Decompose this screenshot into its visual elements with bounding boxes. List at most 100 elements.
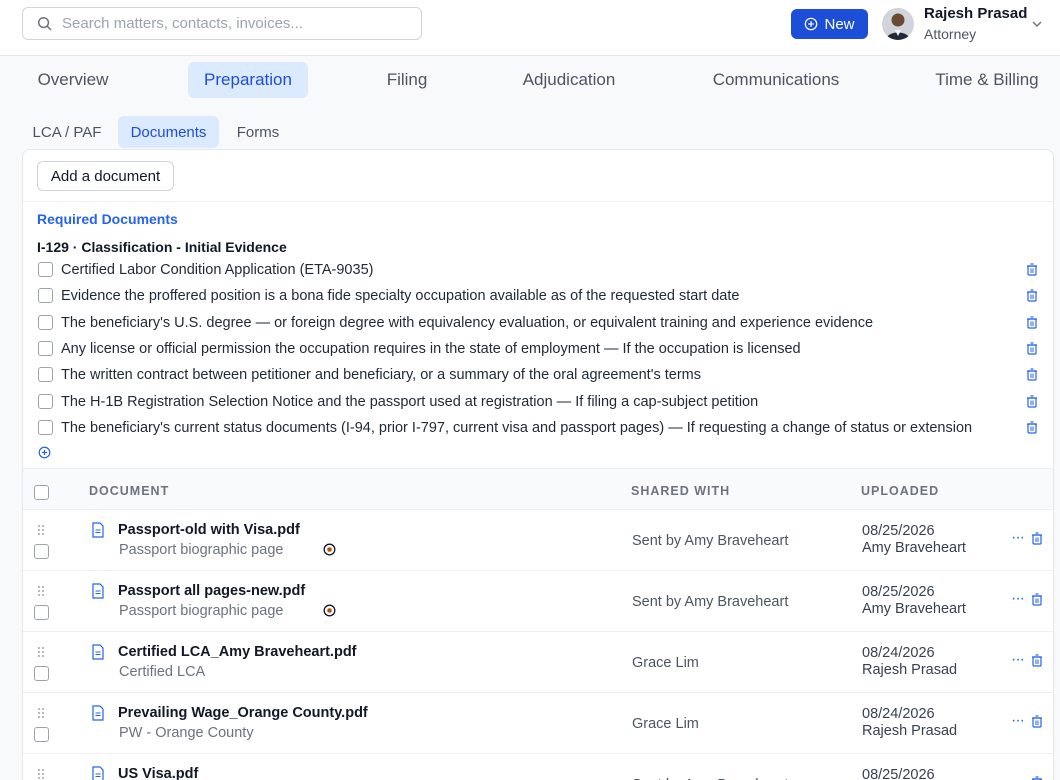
new-button[interactable]: New [791,9,868,39]
upload-date: 08/24/2026 [862,706,935,722]
required-item-checkbox[interactable] [38,393,53,409]
delete-required-item[interactable] [1026,421,1038,439]
tab-preparation[interactable]: Preparation [188,62,308,98]
add-document-button[interactable]: Add a document [37,161,174,191]
required-item-label: The beneficiary's U.S. degree — or forei… [61,314,874,331]
drag-handle-icon[interactable] [37,646,45,658]
shared-with: Sent by Amy Braveheart [632,594,789,610]
more-icon[interactable]: ··· [1011,712,1025,730]
search-box[interactable] [22,7,422,40]
document-name[interactable]: Prevailing Wage_Orange County.pdf [118,705,368,721]
shared-with: Grace Lim [632,716,699,732]
trash-icon[interactable] [1026,315,1038,329]
delete-document-button[interactable] [1031,776,1043,780]
tab-time-billing[interactable]: Time & Billing [920,62,1054,98]
table-row[interactable]: Passport-old with Visa.pdf Passport biogr… [23,510,1053,571]
row-checkbox[interactable] [34,666,49,681]
more-icon[interactable]: ··· [1011,651,1025,669]
main-tabs: Overview Preparation Filing Adjudication… [0,62,1060,98]
delete-required-item[interactable] [1026,368,1038,386]
file-icon [92,522,104,538]
required-item-checkbox[interactable] [38,262,53,277]
trash-icon[interactable] [1031,532,1043,545]
table-row[interactable]: US Visa.pdfSent by Amy Braveheart08/25/2… [23,754,1053,780]
required-item-checkbox[interactable] [38,288,53,304]
document-description: Passport biographic page [119,603,284,619]
trash-icon[interactable] [1031,593,1043,606]
required-document-item[interactable]: The written contract between petitioner … [23,364,1053,390]
required-document-item[interactable]: Certified Labor Condition Application (E… [23,259,1053,285]
app-header: New Rajesh Prasad Attorney [0,0,1060,56]
row-checkbox[interactable] [34,605,49,620]
trash-icon[interactable] [1026,263,1038,276]
delete-document-button[interactable] [1031,715,1043,733]
upload-date: 08/25/2026 [862,523,935,539]
drag-handle-icon[interactable] [37,585,45,597]
trash-icon[interactable] [1026,368,1038,381]
delete-required-item[interactable] [1026,263,1038,281]
trash-icon[interactable] [1026,394,1038,408]
document-name[interactable]: Passport all pages-new.pdf [118,583,305,599]
subtab-documents[interactable]: Documents [118,116,219,148]
required-item-checkbox[interactable] [38,419,53,435]
required-item-checkbox[interactable] [38,314,53,330]
tab-communications[interactable]: Communications [696,62,856,98]
document-name[interactable]: Passport-old with Visa.pdf [118,522,300,538]
required-item-checkbox[interactable] [38,367,53,383]
chevron-down-icon[interactable] [1031,18,1043,30]
trash-icon[interactable] [1031,654,1043,667]
required-document-item[interactable]: Any license or official permission the o… [23,338,1053,364]
more-icon[interactable]: ··· [1011,590,1025,608]
column-uploaded[interactable]: UPLOADED [861,484,939,498]
uploaded-by: Rajesh Prasad [862,723,958,739]
more-icon[interactable]: ··· [1011,773,1025,780]
drag-handle-icon[interactable] [37,768,45,780]
plus-circle-icon[interactable] [38,446,51,459]
delete-required-item[interactable] [1026,315,1038,334]
select-all-checkbox[interactable] [34,485,49,500]
table-row[interactable]: Prevailing Wage_Orange County.pdf PW - Or… [23,693,1053,754]
avatar[interactable] [882,8,914,40]
search-input[interactable] [62,15,402,32]
delete-required-item[interactable] [1026,289,1038,307]
drag-handle-icon[interactable] [37,524,45,536]
document-name[interactable]: Certified LCA_Amy Braveheart.pdf [118,644,357,660]
user-role: Attorney [924,26,977,42]
required-document-item[interactable]: The beneficiary's U.S. degree — or forei… [23,312,1053,338]
column-document[interactable]: DOCUMENT [89,484,169,498]
delete-document-button[interactable] [1031,532,1043,550]
delete-required-item[interactable] [1026,394,1038,413]
shared-with: Grace Lim [632,655,699,671]
delete-document-button[interactable] [1031,654,1043,672]
table-row[interactable]: Certified LCA_Amy Braveheart.pdf Certifie… [23,632,1053,693]
trash-icon[interactable] [1026,342,1038,355]
required-document-item[interactable]: Evidence the proffered position is a bon… [23,285,1053,311]
subtab-forms[interactable]: Forms [226,116,290,148]
documents-table-header: DOCUMENT SHARED WITH UPLOADED [23,468,1053,510]
file-icon [92,644,104,660]
tab-filing[interactable]: Filing [372,62,442,98]
document-name[interactable]: US Visa.pdf [118,766,198,780]
file-icon [92,705,104,721]
more-icon[interactable]: ··· [1011,529,1025,547]
delete-document-button[interactable] [1031,593,1043,611]
required-document-item[interactable]: The beneficiary's current status documen… [23,417,1053,443]
table-row[interactable]: Passport all pages-new.pdf Passport biogr… [23,571,1053,632]
delete-required-item[interactable] [1026,342,1038,360]
trash-icon[interactable] [1026,289,1038,302]
row-checkbox[interactable] [34,544,49,559]
column-shared-with[interactable]: SHARED WITH [631,484,730,498]
row-checkbox[interactable] [34,727,49,742]
upload-date: 08/25/2026 [862,767,935,780]
tab-adjudication[interactable]: Adjudication [506,62,632,98]
required-document-item[interactable]: The H-1B Registration Selection Notice a… [23,391,1053,417]
required-item-label: The H-1B Registration Selection Notice a… [61,393,759,410]
drag-handle-icon[interactable] [37,707,45,719]
document-description: Certified LCA [119,664,206,680]
trash-icon[interactable] [1031,776,1043,780]
required-item-checkbox[interactable] [38,340,53,356]
trash-icon[interactable] [1026,421,1038,434]
tab-overview[interactable]: Overview [22,62,124,98]
trash-icon[interactable] [1031,715,1043,728]
subtab-lca-paf[interactable]: LCA / PAF [22,116,112,148]
